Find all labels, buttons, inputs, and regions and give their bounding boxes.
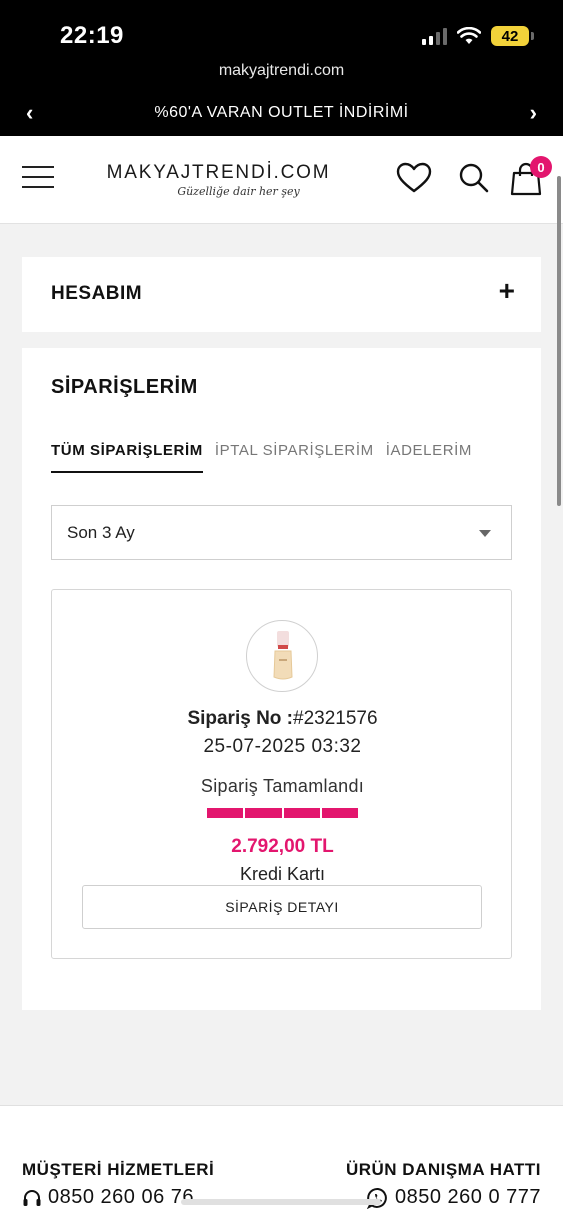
browser-top-bar: 22:19 42 makyajtrendi.com ‹ %60'A VARAN … xyxy=(0,0,563,136)
order-detail-button[interactable]: SİPARİŞ DETAYI xyxy=(82,885,482,929)
payment-method: Kredi Kartı xyxy=(239,864,326,884)
foundation-bottle-icon xyxy=(273,631,293,680)
period-filter-value: Son 3 Ay xyxy=(67,523,135,542)
tab-all-orders[interactable]: TÜM SİPARİŞLERİM xyxy=(51,442,203,473)
order-number-value: #2321576 xyxy=(293,708,378,729)
account-section[interactable]: HESABIM + xyxy=(22,257,541,332)
tab-cancelled-orders[interactable]: İPTAL SİPARİŞLERİM xyxy=(215,442,374,473)
progress-step xyxy=(207,808,244,818)
orders-title: SİPARİŞLERİM xyxy=(51,376,198,398)
customer-service-title: MÜŞTERİ HİZMETLERİ xyxy=(22,1160,215,1179)
cellular-signal-icon xyxy=(422,27,447,45)
site-logo[interactable]: MAKYAJTRENDİ.COM Güzelliğe dair her şey xyxy=(106,162,331,198)
wifi-icon xyxy=(457,27,481,44)
battery-icon: 42 xyxy=(491,26,534,46)
order-number: Sipariş No :#2321576 xyxy=(52,708,513,730)
progress-step xyxy=(283,808,320,818)
progress-step xyxy=(321,808,358,818)
logo-tagline: Güzelliğe dair her şey xyxy=(177,185,300,198)
progress-step xyxy=(245,808,282,818)
status-time: 22:19 xyxy=(60,22,124,49)
headset-icon xyxy=(23,1189,41,1206)
site-header: MAKYAJTRENDİ.COM Güzelliğe dair her şey xyxy=(0,136,563,224)
expand-plus-icon[interactable]: + xyxy=(499,275,515,307)
logo-text: MAKYAJTRENDİ.COM xyxy=(106,162,331,183)
promo-next-icon[interactable]: › xyxy=(530,100,537,126)
order-card: Sipariş No :#2321576 25-07-2025 03:32 Si… xyxy=(51,589,512,959)
whatsapp-icon xyxy=(366,1187,387,1209)
product-line-phone: 0850 260 0 777 xyxy=(394,1186,541,1208)
product-line-title: ÜRÜN DANIŞMA HATTI xyxy=(345,1160,541,1179)
product-line-phone-link[interactable]: 0850 260 0 777 xyxy=(346,1186,541,1209)
heart-icon[interactable] xyxy=(396,162,432,194)
promo-banner-text[interactable]: %60'A VARAN OUTLET İNDİRİMİ xyxy=(0,104,563,122)
scrollbar[interactable] xyxy=(557,176,561,506)
orders-section: SİPARİŞLERİM TÜM SİPARİŞLERİM İPTAL SİPA… xyxy=(22,348,541,1010)
customer-service-phone: 0850 260 06 76 xyxy=(48,1186,195,1208)
search-icon[interactable] xyxy=(458,162,490,194)
url-display[interactable]: makyajtrendi.com xyxy=(0,62,563,80)
order-date: 25-07-2025 03:32 xyxy=(203,736,362,757)
order-total: 2.792,00 TL xyxy=(231,836,334,857)
home-indicator[interactable] xyxy=(181,1199,381,1205)
order-number-label: Sipariş No : xyxy=(187,708,294,729)
chevron-down-icon xyxy=(479,530,491,537)
orders-tabs: TÜM SİPARİŞLERİM İPTAL SİPARİŞLERİM İADE… xyxy=(51,442,472,473)
order-progress-bar xyxy=(207,808,358,818)
cart-count-badge[interactable]: 0 xyxy=(530,156,552,178)
account-title: HESABIM xyxy=(51,283,143,304)
menu-icon[interactable] xyxy=(22,166,54,188)
product-thumbnail[interactable] xyxy=(246,620,318,692)
period-filter-select[interactable]: Son 3 Ay xyxy=(51,505,512,560)
order-status: Sipariş Tamamlandı xyxy=(200,776,365,796)
status-icons: 42 xyxy=(422,26,534,46)
tab-returns[interactable]: İADELERİM xyxy=(386,442,472,473)
customer-service-phone-link[interactable]: 0850 260 06 76 xyxy=(22,1186,214,1209)
